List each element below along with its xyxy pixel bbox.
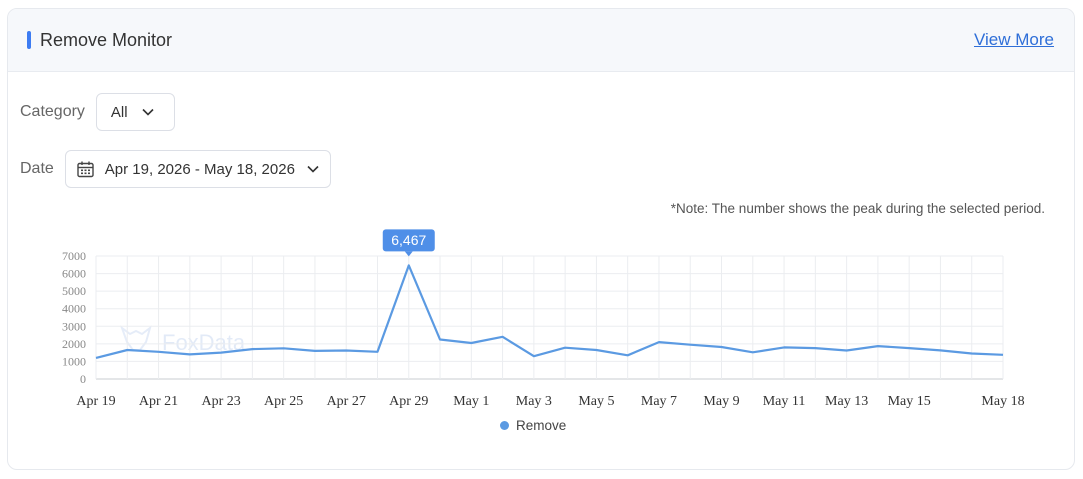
x-tick-label: May 13 [825,394,868,409]
x-tick-label: Apr 19 [76,394,115,409]
x-tick-label: May 1 [453,394,489,409]
x-tick-label: Apr 25 [264,394,303,409]
x-tick-label: Apr 29 [389,394,428,409]
legend-label: Remove [516,418,567,433]
x-tick-label: May 5 [578,394,614,409]
x-tick-label: May 7 [641,394,677,409]
x-tick-label: May 11 [763,394,806,409]
x-tick-label: May 15 [888,394,931,409]
remove-line-chart: FoxData01000200030004000500060007000Apr … [62,229,1025,409]
y-tick-label: 1000 [62,354,86,368]
chart-legend[interactable]: Remove [500,418,566,433]
x-tick-label: Apr 21 [139,394,178,409]
fox-logo-icon [119,325,152,351]
y-tick-label: 6000 [62,267,86,281]
y-tick-label: 2000 [62,337,86,351]
x-tick-label: May 9 [703,394,739,409]
peak-label-text: 6,467 [391,232,426,248]
legend-marker [500,421,509,430]
x-tick-label: May 3 [516,394,552,409]
y-tick-label: 0 [80,372,86,386]
x-tick-label: Apr 23 [201,394,240,409]
y-tick-label: 3000 [62,319,86,333]
x-tick-label: May 18 [981,394,1024,409]
y-tick-label: 7000 [62,249,86,263]
x-tick-label: Apr 27 [327,394,366,409]
y-tick-label: 5000 [62,284,86,298]
y-tick-label: 4000 [62,302,86,316]
